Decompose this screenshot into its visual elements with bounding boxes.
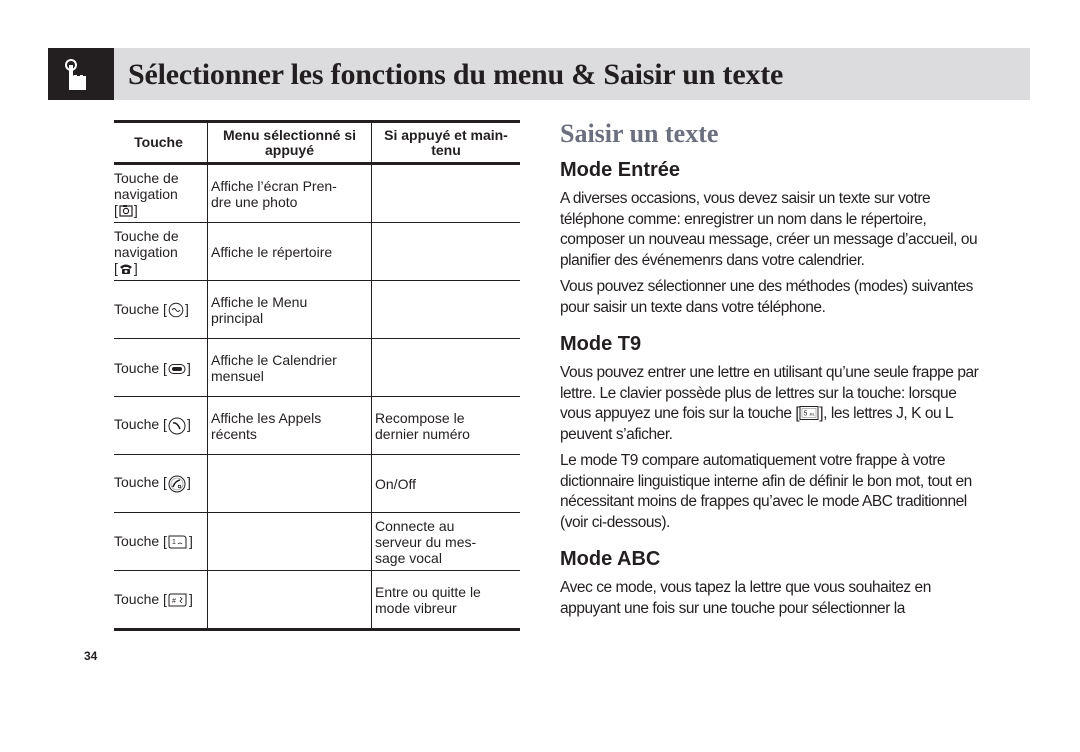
send-key-icon xyxy=(168,417,186,435)
camera-key-icon xyxy=(119,205,133,217)
key-label: Touche de navigation xyxy=(114,227,179,260)
header-icon-box xyxy=(48,48,114,100)
pressed-cell xyxy=(207,512,372,571)
hash-key-vibrate-icon: # xyxy=(168,593,187,607)
table-header-row: Touche Menu sélectionné si appuyé Si app… xyxy=(114,120,520,165)
key-cell: Touche de navigation[] xyxy=(114,163,208,223)
column-header-held-text: Si appuyé et main- tenu xyxy=(384,126,508,158)
key-label: Touche xyxy=(114,416,160,433)
pressed-cell xyxy=(207,570,372,631)
mode-t9-paragraph-1: Vous pouvez entrer une lettre en utilisa… xyxy=(560,363,980,445)
phonebook-key-icon xyxy=(119,264,132,275)
calendar-key-icon xyxy=(168,363,186,374)
held-cell: Recompose le dernier numéro xyxy=(371,396,520,455)
table-row: Touche [] Affiche le Calendrier mensuel xyxy=(114,338,520,397)
column-header-key: Touche xyxy=(114,120,208,165)
key-cell: Touche [] xyxy=(114,280,208,339)
key-cell: Touche [1] xyxy=(114,512,208,571)
held-text: Recompose le dernier numéro xyxy=(375,409,470,442)
table-row: Touche [] Affiche les Appels récents Rec… xyxy=(114,396,520,455)
pressed-cell: Affiche les Appels récents xyxy=(207,396,372,455)
held-text: On/Off xyxy=(375,475,416,492)
table-row: Touche [1] Connecte au serveur du mes- s… xyxy=(114,512,520,571)
text-input-section: Saisir un texte Mode Entrée A diverses o… xyxy=(560,118,980,625)
svg-text:1: 1 xyxy=(172,539,176,546)
mode-abc-paragraph: Avec ce mode, vous tapez la lettre que v… xyxy=(560,579,931,617)
pressed-cell xyxy=(207,454,372,513)
held-cell xyxy=(371,222,520,281)
hand-pointer-icon xyxy=(65,59,86,90)
key-cell: Touche [#] xyxy=(114,570,208,631)
page-title: Sélectionner les fonctions du menu & Sai… xyxy=(128,58,784,91)
pressed-cell: Affiche l’écran Pren- dre une photo xyxy=(207,163,372,223)
mode-t9-paragraph-2: Le mode T9 compare automatiquement votre… xyxy=(560,452,972,531)
mode-entree-heading: Mode Entrée xyxy=(560,159,681,181)
table-row: Touche [#] Entre ou quitte le mode vibre… xyxy=(114,570,520,631)
pressed-cell: Affiche le Calendrier mensuel xyxy=(207,338,372,397)
pressed-text: Affiche les Appels récents xyxy=(211,409,322,442)
pressed-text: Affiche l’écran Pren- dre une photo xyxy=(211,177,337,210)
menu-key-icon xyxy=(168,302,184,318)
svg-text:#: # xyxy=(172,598,176,605)
column-header-held: Si appuyé et main- tenu xyxy=(371,120,520,165)
table-row: Touche de navigation[] Affiche l’écran P… xyxy=(114,163,520,223)
table-row: Touche de navigation[] Affiche le répert… xyxy=(114,222,520,281)
table-row: Touche [] On/Off xyxy=(114,454,520,513)
held-text: Connecte au serveur du mes- sage vocal xyxy=(375,517,477,566)
pressed-text: Affiche le répertoire xyxy=(211,243,333,260)
svg-text:5: 5 xyxy=(804,411,808,418)
mode-entree-paragraph-2: Vous pouvez sélectionner une des méthode… xyxy=(560,278,973,316)
key-label: Touche xyxy=(114,300,160,317)
key-5-jkl-icon: 5 JKL xyxy=(799,406,819,420)
held-cell xyxy=(371,163,520,223)
key-functions-table: Touche Menu sélectionné si appuyé Si app… xyxy=(114,120,520,631)
key-cell: Touche [] xyxy=(114,454,208,513)
page-number: 34 xyxy=(84,649,98,663)
pressed-cell: Affiche le Menu principal xyxy=(207,280,372,339)
key-cell: Touche de navigation[] xyxy=(114,222,208,281)
key-cell: Touche [] xyxy=(114,338,208,397)
key-label: Touche xyxy=(114,590,160,607)
section-title: Saisir un texte xyxy=(560,119,719,148)
held-cell: On/Off xyxy=(371,454,520,513)
held-cell: Connecte au serveur du mes- sage vocal xyxy=(371,512,520,571)
mode-t9-heading: Mode T9 xyxy=(560,333,642,355)
key-label: Touche xyxy=(114,359,160,376)
key-label: Touche xyxy=(114,474,160,491)
held-cell xyxy=(371,280,520,339)
mode-entree-paragraph-1: A diverses occasions, vous devez saisir … xyxy=(560,190,978,269)
key-label: Touche xyxy=(114,532,160,549)
pressed-text: Affiche le Menu principal xyxy=(211,293,308,326)
pressed-text: Affiche le Calendrier mensuel xyxy=(211,351,337,384)
column-header-pressed: Menu sélectionné si appuyé xyxy=(207,120,372,165)
key-1-voicemail-icon: 1 xyxy=(168,535,187,549)
key-cell: Touche [] xyxy=(114,396,208,455)
held-text: Entre ou quitte le mode vibreur xyxy=(375,583,481,616)
table-row: Touche [] Affiche le Menu principal xyxy=(114,280,520,339)
held-cell xyxy=(371,338,520,397)
mode-abc-heading: Mode ABC xyxy=(560,548,661,570)
held-cell: Entre ou quitte le mode vibreur xyxy=(371,570,520,631)
svg-text:JKL: JKL xyxy=(809,412,816,417)
power-end-key-icon xyxy=(168,475,186,493)
key-label: Touche de navigation xyxy=(114,169,179,202)
pressed-cell: Affiche le répertoire xyxy=(207,222,372,281)
